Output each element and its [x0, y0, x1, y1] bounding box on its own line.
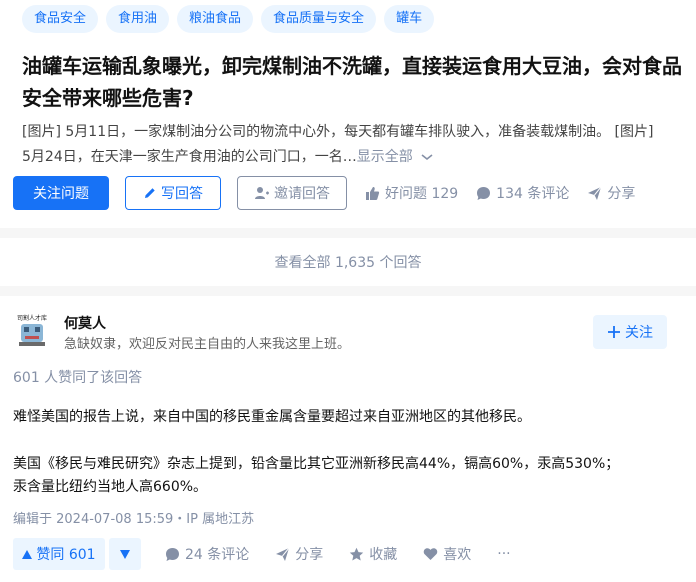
- upvote-summary: 601 人赞同了该回答: [13, 370, 143, 386]
- excerpt-line: [图片] 5月11日，一家煤制油分公司的物流中心外，每天都有罐车排队驶入，准备装…: [22, 124, 654, 140]
- like-button[interactable]: 喜欢: [423, 544, 471, 564]
- write-answer-label: 写回答: [161, 186, 203, 202]
- show-all-button[interactable]: 显示全部: [357, 149, 434, 165]
- chevron-down-icon: [421, 154, 433, 161]
- topic-list: 食品安全 食用油 粮油食品 食品质量与安全 罐车: [22, 5, 435, 33]
- plus-icon: [608, 326, 620, 338]
- view-all-answers-button[interactable]: 查看全部 1,635 个回答: [0, 238, 696, 286]
- topic-tag[interactable]: 食用油: [106, 5, 170, 33]
- invite-answer-label: 邀请回答: [274, 186, 330, 202]
- topic-tag[interactable]: 粮油食品: [177, 5, 254, 33]
- answer-comments-button[interactable]: 24 条评论: [165, 544, 249, 564]
- avatar-image: 司割人才库: [13, 311, 51, 349]
- answer-comments-label: 24 条评论: [185, 547, 250, 563]
- upvote-button[interactable]: 赞同 601: [13, 538, 105, 570]
- invite-user-icon: [255, 187, 269, 199]
- good-question-button[interactable]: 好问题 129: [365, 183, 458, 203]
- triangle-up-icon: [22, 549, 33, 559]
- answer-line: 美国《移民与难民研究》杂志上提到，铅含量比其它亚洲新移民高44%，镉高60%，汞…: [13, 456, 620, 472]
- pencil-icon: [145, 188, 155, 198]
- question-card: 食品安全 食用油 粮油食品 食品质量与安全 罐车 油罐车运输乱象曝光，卸完煤制油…: [0, 0, 696, 228]
- more-icon: ···: [497, 546, 511, 562]
- excerpt-line: 5月24日，在天津一家生产食用油的公司门口，一名…显示全部: [22, 145, 692, 170]
- thumbs-up-icon: [366, 186, 380, 200]
- good-question-label: 好问题 129: [385, 186, 459, 202]
- invite-answer-button[interactable]: 邀请回答: [237, 176, 347, 210]
- heart-icon: [424, 548, 438, 560]
- downvote-button[interactable]: [109, 538, 141, 570]
- collect-label: 收藏: [369, 547, 398, 563]
- view-all-answers-label: 查看全部 1,635 个回答: [274, 255, 422, 271]
- answer-line: 汞含量比纽约当地人高660%。: [13, 479, 208, 495]
- triangle-down-icon: [120, 549, 130, 559]
- question-share-label: 分享: [607, 186, 636, 202]
- question-actions: 关注问题 写回答 邀请回答 好问题 129 134 条评论 分享: [13, 176, 635, 210]
- author-bio: 急缺奴隶，欢迎反对民主自由的人来我这里上班。: [64, 337, 351, 352]
- follow-question-label: 关注问题: [33, 186, 89, 202]
- comment-icon: [166, 547, 179, 561]
- avatar-caption: 司割人才库: [17, 314, 47, 322]
- answer-actions: 赞同 601 24 条评论 分享 收藏 喜欢 ···: [13, 538, 511, 570]
- answer-share-label: 分享: [295, 547, 324, 563]
- topic-tag[interactable]: 食品安全: [22, 5, 99, 33]
- share-icon: [588, 186, 602, 200]
- answer-share-button[interactable]: 分享: [275, 544, 323, 564]
- edit-time[interactable]: 编辑于 2024-07-08 15:59・IP 属地江苏: [13, 508, 254, 527]
- topic-tag[interactable]: 罐车: [384, 5, 435, 33]
- question-comments-label: 134 条评论: [496, 186, 570, 202]
- share-icon: [276, 547, 290, 561]
- question-title[interactable]: 油罐车运输乱象曝光，卸完煤制油不洗罐，直接装运食用大豆油，会对食品安全带来哪些危…: [22, 50, 686, 114]
- write-answer-button[interactable]: 写回答: [125, 176, 221, 210]
- answer-paragraph: 难怪美国的报告上说，来自中国的移民重金属含量要超过来自亚洲地区的其他移民。: [13, 409, 531, 425]
- topic-tag[interactable]: 食品质量与安全: [261, 5, 377, 33]
- star-icon: [350, 547, 364, 560]
- comment-icon: [477, 186, 491, 200]
- more-button[interactable]: ···: [497, 546, 510, 562]
- answer-paragraph: 美国《移民与难民研究》杂志上提到，铅含量比其它亚洲新移民高44%，镉高60%，汞…: [13, 453, 683, 499]
- author-name[interactable]: 何莫人: [64, 313, 106, 333]
- follow-question-button[interactable]: 关注问题: [13, 176, 109, 210]
- question-share-button[interactable]: 分享: [587, 183, 635, 203]
- answer-card: 司割人才库 何莫人 急缺奴隶，欢迎反对民主自由的人来我这里上班。 关注 601 …: [0, 296, 696, 582]
- question-comments-button[interactable]: 134 条评论: [476, 183, 569, 203]
- follow-author-button[interactable]: 关注: [593, 315, 667, 349]
- excerpt-text: 5月24日，在天津一家生产食用油的公司门口，一名…: [22, 149, 357, 165]
- collect-button[interactable]: 收藏: [349, 544, 397, 564]
- show-all-label: 显示全部: [356, 149, 413, 165]
- upvote-label: 赞同 601: [36, 547, 96, 563]
- follow-author-label: 关注: [625, 325, 653, 341]
- avatar[interactable]: 司割人才库: [13, 311, 51, 349]
- like-label: 喜欢: [443, 547, 472, 563]
- question-excerpt[interactable]: [图片] 5月11日，一家煤制油分公司的物流中心外，每天都有罐车排队驶入，准备装…: [22, 120, 692, 170]
